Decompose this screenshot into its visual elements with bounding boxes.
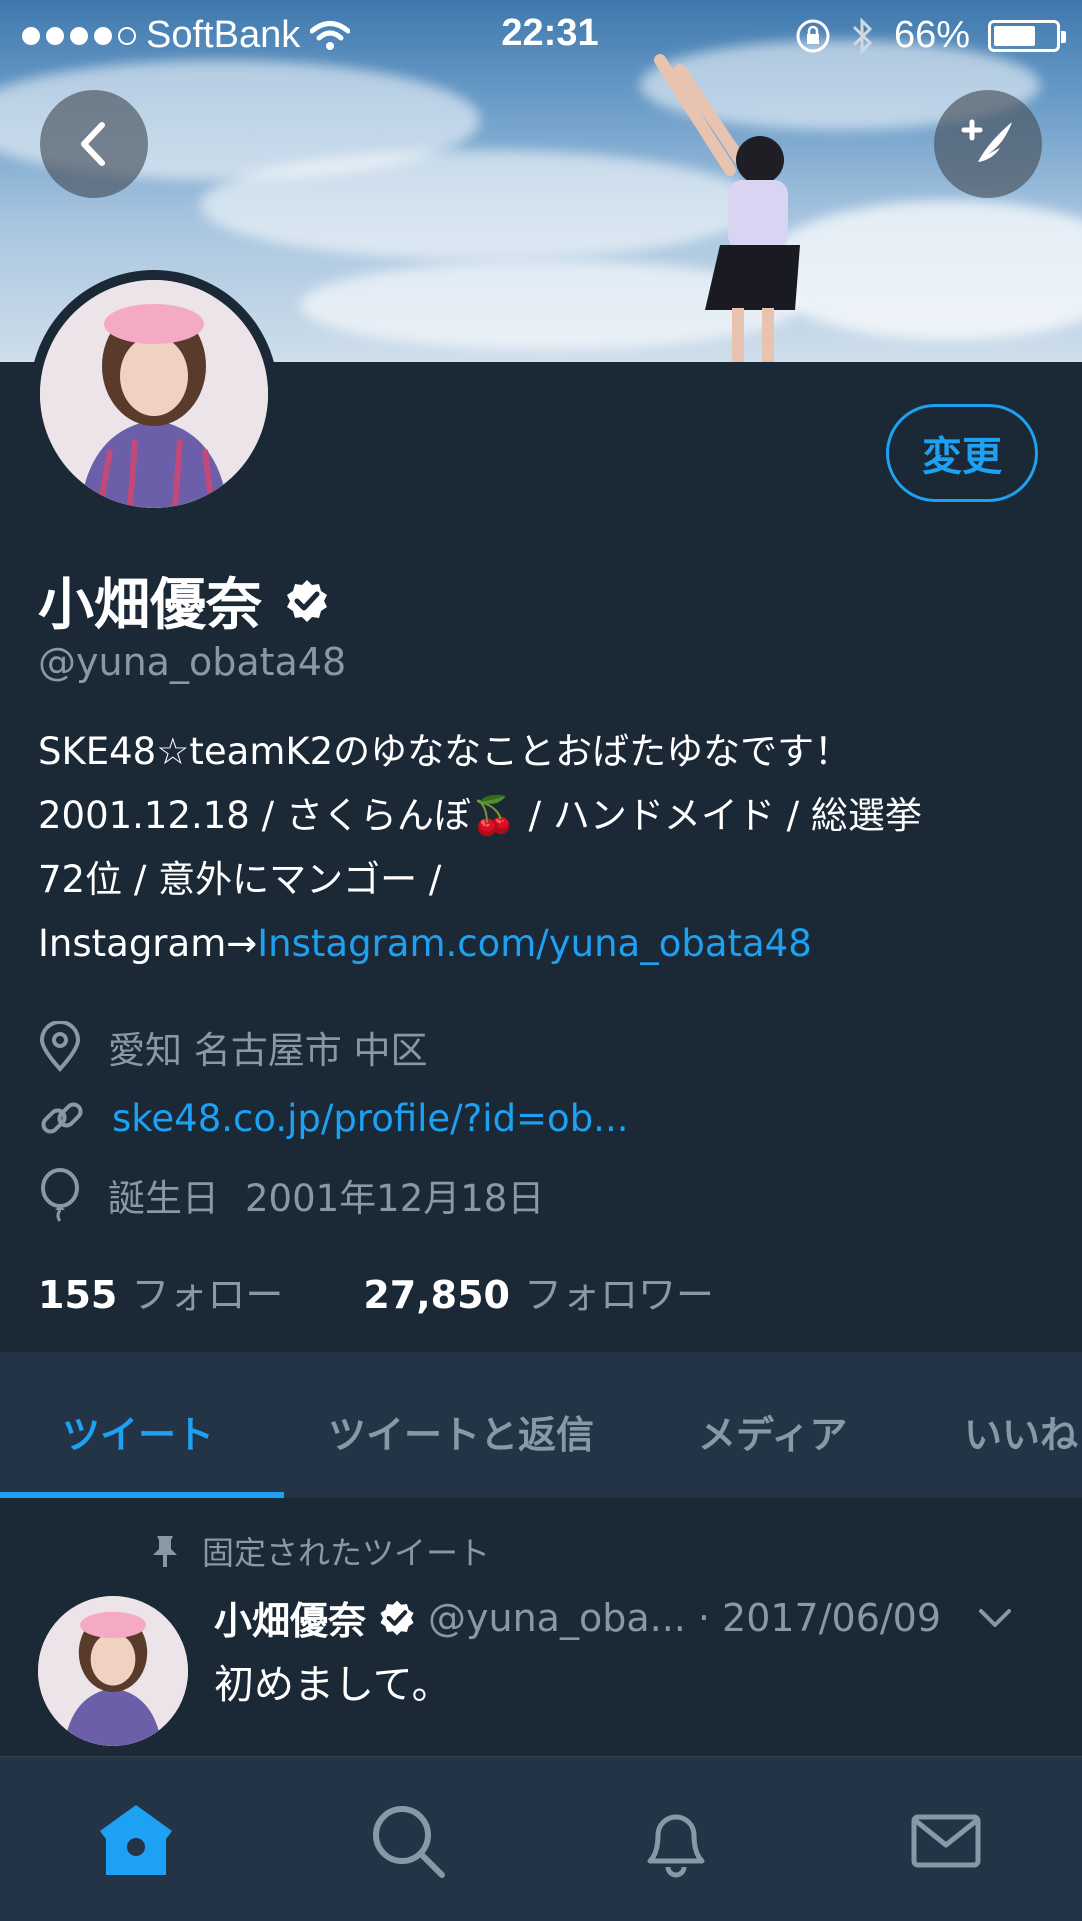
location-row: 愛知 名古屋市 中区 bbox=[38, 1020, 428, 1074]
verified-badge-icon bbox=[287, 579, 327, 622]
home-icon bbox=[100, 1805, 172, 1875]
tab-media[interactable]: メディア bbox=[698, 1404, 847, 1459]
profile-bio: SKE48☆teamK2のゆななことおばたゆなです！ 2001.12.18 / … bbox=[38, 720, 1048, 976]
back-button[interactable] bbox=[40, 90, 148, 198]
website-row[interactable]: ske48.co.jp/profile/?id=ob... bbox=[38, 1094, 628, 1142]
battery-percent: 66% bbox=[893, 14, 970, 56]
nav-home-button[interactable] bbox=[96, 1801, 176, 1883]
birthday-date: 2001年12月18日 bbox=[245, 1177, 545, 1220]
nav-notifications-button[interactable] bbox=[636, 1801, 716, 1885]
followers-link[interactable]: 27,850 フォロワー bbox=[363, 1264, 714, 1319]
profile-name-row: 小畑優奈 bbox=[38, 560, 330, 641]
search-icon bbox=[373, 1806, 445, 1878]
verified-badge-icon bbox=[380, 1600, 414, 1635]
birthday-row: 誕生日 2001年12月18日 bbox=[38, 1168, 544, 1222]
pinned-label: 固定されたツイート bbox=[202, 1534, 491, 1572]
display-name: 小畑優奈 bbox=[38, 573, 262, 638]
tweet-text: 初めまして。 bbox=[214, 1662, 452, 1708]
compose-tweet-icon bbox=[961, 119, 1012, 166]
tab-tweets-and-replies[interactable]: ツイートと返信 bbox=[328, 1404, 594, 1459]
profile-avatar[interactable] bbox=[30, 270, 278, 518]
rotation-lock-icon bbox=[796, 19, 830, 52]
tweet-date: · 2017/06/09 bbox=[697, 1595, 942, 1640]
balloon-icon bbox=[41, 1168, 79, 1222]
link-icon bbox=[41, 1102, 83, 1134]
location-text: 愛知 名古屋市 中区 bbox=[108, 1029, 428, 1072]
website-link[interactable]: ske48.co.jp/profile/?id=ob... bbox=[112, 1097, 628, 1140]
chevron-down-icon[interactable] bbox=[977, 1606, 1013, 1630]
following-count: 155 bbox=[38, 1273, 118, 1317]
tab-likes[interactable]: いいね bbox=[964, 1404, 1078, 1459]
birthday-label: 誕生日 bbox=[108, 1177, 219, 1220]
profile-handle: @yuna_obata48 bbox=[38, 640, 347, 684]
bio-instagram-link[interactable]: Instagram.com/yuna_obata48 bbox=[257, 922, 812, 965]
pinned-label-row: 固定されたツイート bbox=[150, 1528, 490, 1574]
tweet-header: 小畑優奈 @yuna_oba... · 2017/06/09 bbox=[214, 1590, 1054, 1645]
compose-tweet-button[interactable] bbox=[934, 90, 1042, 198]
battery-icon bbox=[988, 19, 1066, 52]
nav-messages-button[interactable] bbox=[906, 1801, 986, 1885]
nav-search-button[interactable] bbox=[368, 1801, 448, 1885]
followers-count: 27,850 bbox=[363, 1273, 510, 1317]
bio-line: SKE48☆teamK2のゆななことおばたゆなです！ bbox=[38, 730, 852, 773]
status-bar: SoftBank 22:31 66% bbox=[0, 0, 1082, 70]
tweet-author-handle: @yuna_oba... bbox=[428, 1595, 686, 1640]
location-pin-icon bbox=[39, 1021, 81, 1072]
pin-icon bbox=[153, 1536, 177, 1567]
following-label: フォロー bbox=[131, 1273, 284, 1317]
notifications-icon bbox=[647, 1814, 705, 1878]
pinned-tweet[interactable]: 固定されたツイート 小畑優奈 @yuna_oba... · 2017/06/09… bbox=[0, 1498, 1082, 1756]
tweet-author-avatar[interactable] bbox=[38, 1596, 188, 1746]
bio-line: 72位 / 意外にマンゴー / bbox=[38, 858, 442, 901]
edit-profile-button[interactable]: 変更 bbox=[886, 404, 1038, 502]
follow-stats: 155 フォロー 27,850 フォロワー bbox=[38, 1264, 714, 1319]
tab-tweets[interactable]: ツイート bbox=[62, 1404, 214, 1459]
bluetooth-icon bbox=[852, 16, 873, 55]
bio-line: Instagram→Instagram.com/yuna_obata48 bbox=[38, 912, 1048, 976]
chevron-left-icon bbox=[81, 122, 105, 166]
bio-text: Instagram→ bbox=[38, 922, 258, 965]
messages-icon bbox=[911, 1814, 981, 1868]
bio-line: 2001.12.18 / さくらんぼ🍒 / ハンドメイド / 総選挙 bbox=[38, 794, 922, 837]
profile-tabs: ツイート ツイートと返信 メディア いいね bbox=[0, 1352, 1082, 1498]
bottom-navigation bbox=[0, 1756, 1082, 1921]
followers-label: フォロワー bbox=[523, 1273, 714, 1317]
following-link[interactable]: 155 フォロー bbox=[38, 1264, 283, 1319]
tweet-author-name: 小畑優奈 bbox=[214, 1599, 367, 1643]
avatar-image bbox=[40, 280, 268, 508]
banner-figure bbox=[654, 54, 800, 362]
